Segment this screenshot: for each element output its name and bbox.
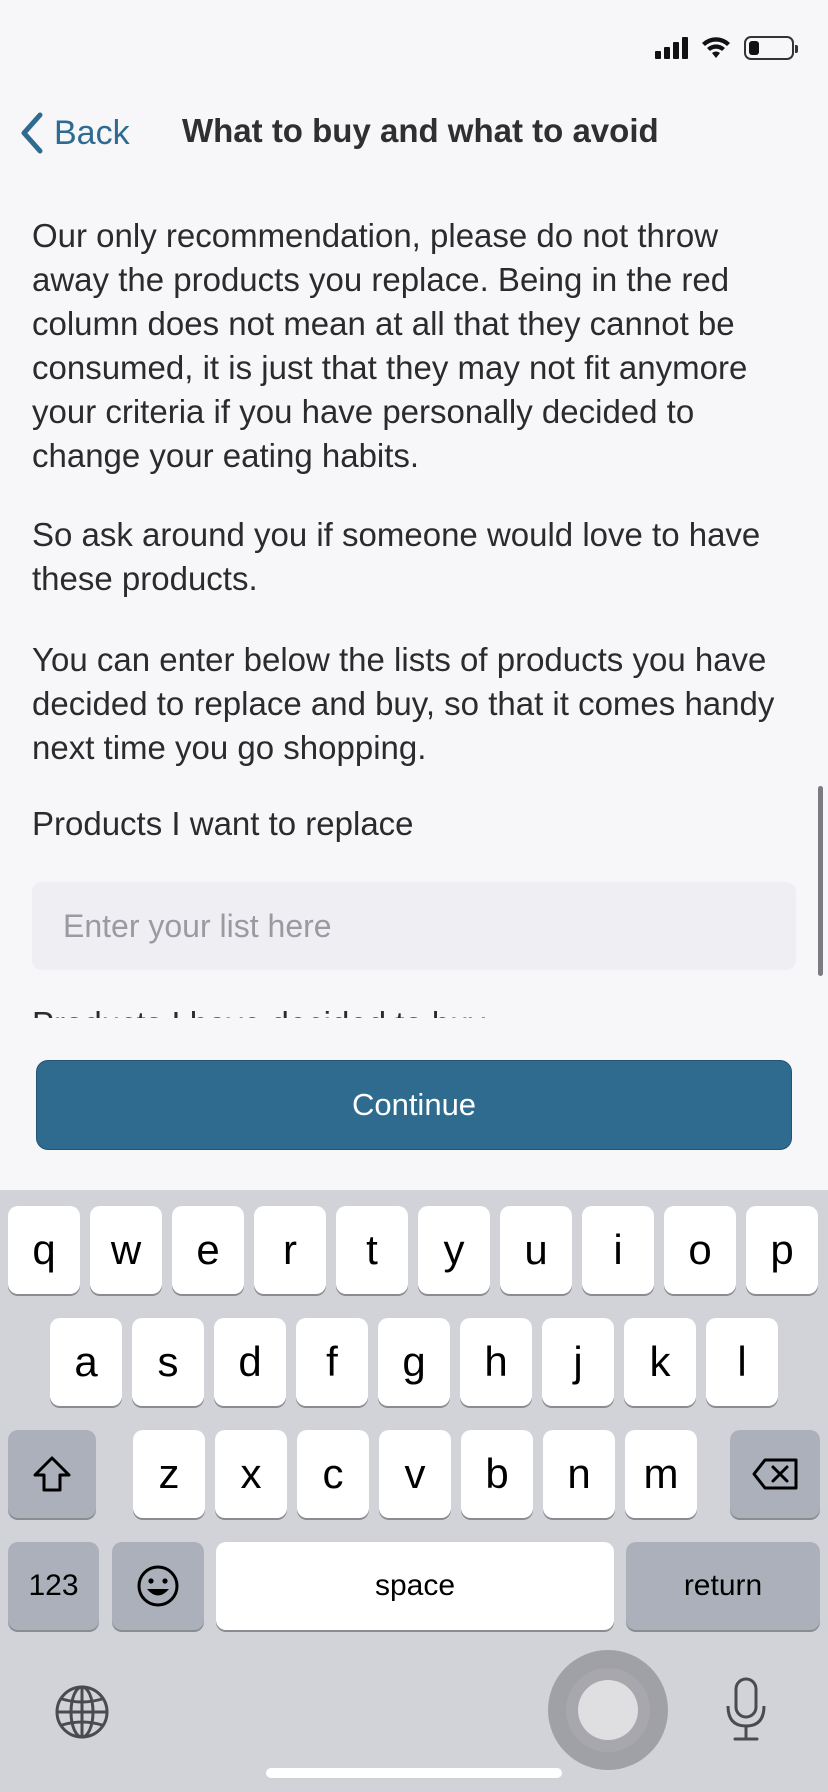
chevron-left-icon: [21, 112, 43, 154]
status-bar: [0, 0, 828, 96]
key-k[interactable]: k: [624, 1318, 696, 1406]
continue-button[interactable]: Continue: [36, 1060, 792, 1150]
key-v[interactable]: v: [379, 1430, 451, 1518]
emoji-icon: [137, 1565, 179, 1607]
space-key[interactable]: space: [216, 1542, 614, 1630]
key-b[interactable]: b: [461, 1430, 533, 1518]
key-p[interactable]: p: [746, 1206, 818, 1294]
scrollbar[interactable]: [818, 786, 823, 976]
buy-list-label: Products I have decided to buy: [32, 1002, 485, 1018]
action-area: Continue: [0, 1018, 828, 1190]
key-x[interactable]: x: [215, 1430, 287, 1518]
key-m[interactable]: m: [625, 1430, 697, 1518]
battery-icon: [744, 36, 798, 60]
key-n[interactable]: n: [543, 1430, 615, 1518]
key-q[interactable]: q: [8, 1206, 80, 1294]
home-indicator[interactable]: [266, 1768, 562, 1778]
key-l[interactable]: l: [706, 1318, 778, 1406]
keyboard: qwertyuiop asdfghjkl zxcvbnm 123 space r…: [0, 1190, 828, 1792]
navigation-bar: Back What to buy and what to avoid: [0, 96, 828, 172]
key-h[interactable]: h: [460, 1318, 532, 1406]
delete-icon: [752, 1458, 798, 1490]
scroll-content[interactable]: Our only recommendation, please do not t…: [0, 172, 828, 1018]
recommendation-paragraph: Our only recommendation, please do not t…: [32, 217, 748, 474]
key-o[interactable]: o: [664, 1206, 736, 1294]
key-g[interactable]: g: [378, 1318, 450, 1406]
replace-list-label: Products I want to replace: [32, 805, 414, 842]
key-t[interactable]: t: [336, 1206, 408, 1294]
delete-key[interactable]: [730, 1430, 820, 1518]
return-key[interactable]: return: [626, 1542, 820, 1630]
key-c[interactable]: c: [297, 1430, 369, 1518]
globe-icon[interactable]: [54, 1684, 110, 1740]
key-d[interactable]: d: [214, 1318, 286, 1406]
key-w[interactable]: w: [90, 1206, 162, 1294]
shift-key[interactable]: [8, 1430, 96, 1518]
key-r[interactable]: r: [254, 1206, 326, 1294]
key-u[interactable]: u: [500, 1206, 572, 1294]
back-button[interactable]: Back: [18, 108, 130, 158]
key-i[interactable]: i: [582, 1206, 654, 1294]
numbers-key[interactable]: 123: [8, 1542, 99, 1630]
key-f[interactable]: f: [296, 1318, 368, 1406]
key-j[interactable]: j: [542, 1318, 614, 1406]
wifi-icon: [702, 37, 730, 58]
cellular-signal-icon: [655, 37, 688, 59]
emoji-key[interactable]: [112, 1542, 204, 1630]
key-s[interactable]: s: [132, 1318, 204, 1406]
key-z[interactable]: z: [133, 1430, 205, 1518]
shift-icon: [33, 1456, 71, 1492]
ask-around-paragraph: So ask around you if someone would love …: [32, 516, 761, 597]
battery-level: [749, 41, 759, 55]
assistive-touch-button[interactable]: [548, 1650, 668, 1770]
screen: Back What to buy and what to avoid Our o…: [0, 0, 828, 1792]
instructions-paragraph: You can enter below the lists of product…: [32, 641, 775, 766]
key-a[interactable]: a: [50, 1318, 122, 1406]
microphone-icon[interactable]: [722, 1676, 770, 1744]
key-y[interactable]: y: [418, 1206, 490, 1294]
status-icons: [655, 36, 798, 60]
replace-list-input[interactable]: [32, 882, 796, 970]
back-label: Back: [54, 113, 130, 152]
page-title: What to buy and what to avoid: [182, 112, 659, 149]
key-e[interactable]: e: [172, 1206, 244, 1294]
